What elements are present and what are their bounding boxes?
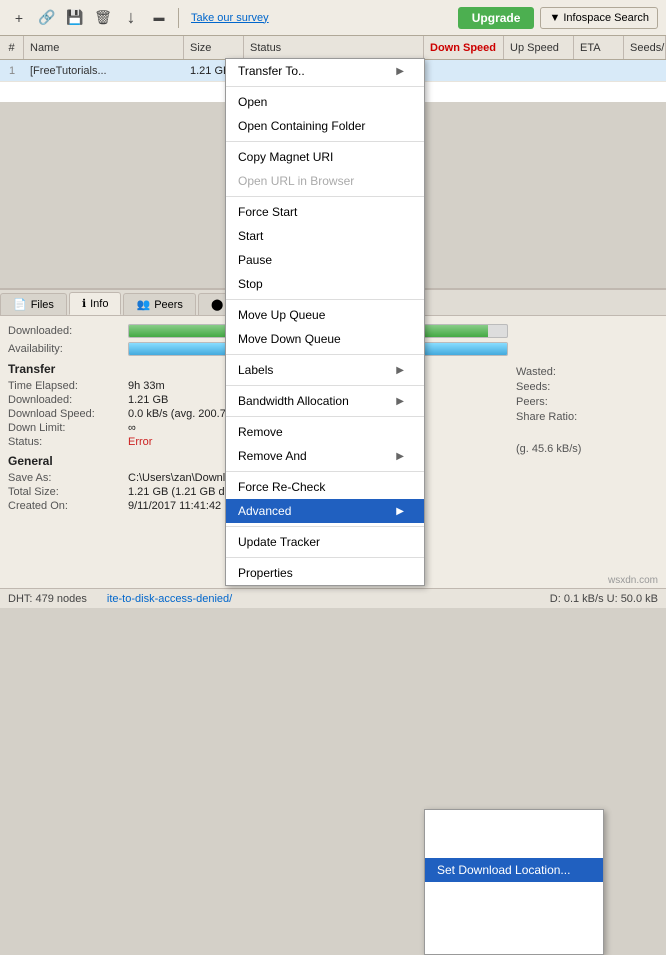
menu-move-up[interactable]: Move Up Queue xyxy=(226,303,424,327)
menu-sep-1 xyxy=(226,86,424,87)
menu-force-start[interactable]: Force Start xyxy=(226,200,424,224)
created-label: Created On: xyxy=(8,500,128,512)
col-name[interactable]: Name xyxy=(24,36,184,59)
menu-arrow: ▶ xyxy=(396,66,404,77)
peers-icon: 👥 xyxy=(136,298,150,311)
seeds-row: Seeds: xyxy=(516,381,658,393)
menu-start[interactable]: Start xyxy=(226,224,424,248)
col-size[interactable]: Size xyxy=(184,36,244,59)
menu-move-down[interactable]: Move Down Queue xyxy=(226,327,424,351)
menu-remove[interactable]: Remove xyxy=(226,420,424,444)
status-label: Status: xyxy=(8,436,128,448)
menu-labels[interactable]: Labels ▶ xyxy=(226,358,424,382)
delete-button[interactable]: 🗑 xyxy=(92,7,114,29)
menu-remove-arrow: ▶ xyxy=(396,451,404,462)
down-limit-label: Down Limit: xyxy=(8,422,128,434)
row-up-speed xyxy=(504,60,574,81)
col-down-speed[interactable]: Down Speed xyxy=(424,36,504,59)
menu-bandwidth[interactable]: Bandwidth Allocation ▶ xyxy=(226,389,424,413)
files-icon: 📄 xyxy=(13,298,27,311)
menu-remove-and[interactable]: Remove And ▶ xyxy=(226,444,424,468)
tab-peers[interactable]: 👥 Peers xyxy=(123,293,195,315)
info-right: Wasted: Seeds: Peers: Share Ratio: (g. 4… xyxy=(516,316,666,608)
ratio-row: Share Ratio: xyxy=(516,411,658,423)
downloaded-label2: Downloaded: xyxy=(8,394,128,406)
status-link[interactable]: ite-to-disk-access-denied/ xyxy=(107,593,232,605)
survey-link[interactable]: Take our survey xyxy=(191,12,269,24)
row-num: 1 xyxy=(0,60,24,81)
menu-sep-5 xyxy=(226,354,424,355)
tab-files[interactable]: 📄 Files xyxy=(0,293,67,315)
row-eta xyxy=(574,60,624,81)
save-as-label: Save As: xyxy=(8,472,128,484)
wasted-row: Wasted: xyxy=(516,366,658,378)
site-watermark: wsxdn.com xyxy=(608,575,658,586)
link-button[interactable]: 🔗 xyxy=(36,7,58,29)
menu-advanced-arrow: ▶ xyxy=(396,506,404,517)
upgrade-button[interactable]: Upgrade xyxy=(458,7,535,29)
menu-sep-9 xyxy=(226,526,424,527)
row-down-speed xyxy=(424,60,504,81)
dht-status: DHT: 479 nodes xyxy=(8,593,87,605)
submenu-update-torrent[interactable]: Update Torrent... xyxy=(425,930,603,954)
peers-row: Peers: xyxy=(516,396,658,408)
save-button[interactable]: 💾 xyxy=(64,7,86,29)
status-bar: DHT: 479 nodes ite-to-disk-access-denied… xyxy=(0,588,666,608)
toolbar: + 🔗 💾 🗑 ↓ ▬ Take our survey Upgrade ▼ In… xyxy=(0,0,666,36)
menu-update-tracker[interactable]: Update Tracker xyxy=(226,530,424,554)
tab-info[interactable]: ℹ Info xyxy=(69,292,122,315)
menu-transfer-to-label: Transfer To.. xyxy=(238,64,305,78)
submenu-reset-bans[interactable]: Reset Bans xyxy=(425,810,603,834)
menu-open-folder[interactable]: Open Containing Folder xyxy=(226,114,424,138)
row-name: [FreeTutorials... xyxy=(24,60,184,81)
submenu-show-download-bar[interactable]: Show Download Bar xyxy=(425,906,603,930)
menu-transfer-to[interactable]: Transfer To.. ▶ xyxy=(226,59,424,83)
menu-sep-10 xyxy=(226,557,424,558)
menu-advanced[interactable]: Advanced ▶ Reset Bans Clear Peer List Se… xyxy=(226,499,424,523)
menu-sep-4 xyxy=(226,299,424,300)
utorrent-search-button[interactable]: ▼ Infospace Search xyxy=(540,7,658,29)
dl-speed-label: Download Speed: xyxy=(8,408,128,420)
more-button[interactable]: ▬ xyxy=(148,7,170,29)
menu-sep-6 xyxy=(226,385,424,386)
total-size-label: Total Size: xyxy=(8,486,128,498)
menu-labels-arrow: ▶ xyxy=(396,365,404,376)
menu-force-recheck[interactable]: Force Re-Check xyxy=(226,475,424,499)
menu-sep-7 xyxy=(226,416,424,417)
table-header: # Name Size Status Down Speed Up Speed E… xyxy=(0,36,666,60)
trackers-icon: ⬤ xyxy=(211,298,223,311)
submenu-advanced: Reset Bans Clear Peer List Set Download … xyxy=(424,809,604,955)
menu-sep-8 xyxy=(226,471,424,472)
add-button[interactable]: + xyxy=(8,7,30,29)
submenu-set-download-location[interactable]: Set Download Location... xyxy=(425,858,603,882)
submenu-set-destination[interactable]: Set Destination Name... xyxy=(425,882,603,906)
col-num: # xyxy=(0,36,24,59)
col-seeds[interactable]: Seeds/P xyxy=(624,36,666,59)
submenu-clear-peer-list[interactable]: Clear Peer List xyxy=(425,834,603,858)
availability-label: Availability: xyxy=(8,343,128,355)
menu-sep-2 xyxy=(226,141,424,142)
download-button[interactable]: ↓ xyxy=(120,7,142,29)
toolbar-separator xyxy=(178,8,179,28)
menu-open-url[interactable]: Open URL in Browser xyxy=(226,169,424,193)
col-up-speed[interactable]: Up Speed xyxy=(504,36,574,59)
info-icon: ℹ xyxy=(82,297,86,310)
menu-pause[interactable]: Pause xyxy=(226,248,424,272)
menu-stop[interactable]: Stop xyxy=(226,272,424,296)
menu-properties[interactable]: Properties xyxy=(226,561,424,585)
menu-copy-magnet[interactable]: Copy Magnet URI xyxy=(226,145,424,169)
col-eta[interactable]: ETA xyxy=(574,36,624,59)
time-elapsed-label: Time Elapsed: xyxy=(8,380,128,392)
context-menu: Transfer To.. ▶ Open Open Containing Fol… xyxy=(225,58,425,586)
ul-speed-row: (g. 45.6 kB/s) xyxy=(516,443,658,455)
menu-open[interactable]: Open xyxy=(226,90,424,114)
downloaded-label: Downloaded: xyxy=(8,325,128,337)
row-seeds xyxy=(624,60,666,81)
col-status[interactable]: Status xyxy=(244,36,424,59)
speed-status: D: 0.1 kB/s U: 50.0 kB xyxy=(550,593,658,605)
menu-bandwidth-arrow: ▶ xyxy=(396,396,404,407)
menu-sep-3 xyxy=(226,196,424,197)
